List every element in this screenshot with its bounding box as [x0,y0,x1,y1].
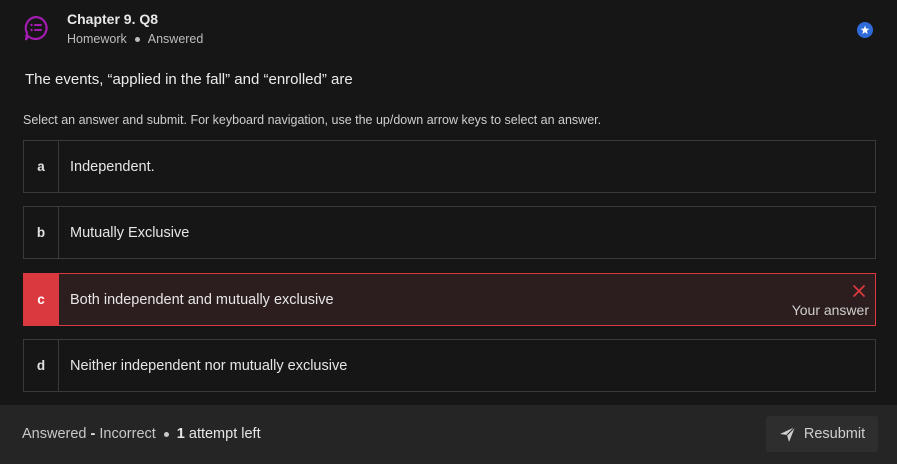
separator-dot [163,431,169,437]
footer-bar: Answered - Incorrect 1 attempt left Resu… [0,405,897,464]
answer-option-d[interactable]: d Neither independent nor mutually exclu… [23,339,876,392]
star-icon[interactable] [857,22,873,38]
page-title: Chapter 9. Q8 [67,11,159,27]
option-letter: d [24,340,59,391]
result-separator: - [86,426,100,442]
option-letter: b [24,207,59,258]
answer-option-c[interactable]: c Both independent and mutually exclusiv… [23,273,876,326]
attempts-count: 1 [176,426,185,442]
question-header: Chapter 9. Q8 Homework Answered [0,0,897,60]
option-letter: a [24,141,59,192]
answer-option-b[interactable]: b Mutually Exclusive [23,206,876,259]
question-meta: Homework Answered [67,32,203,46]
result-prefix: Answered [22,426,87,442]
incorrect-x-icon [852,284,866,298]
result-status: Answered - Incorrect 1 attempt left [22,426,261,442]
option-letter: c [24,274,59,325]
assignment-type: Homework [67,32,127,46]
resubmit-button[interactable]: Resubmit [766,416,878,452]
send-icon [779,426,796,442]
your-answer-label: Your answer [791,302,869,318]
separator-dot [134,36,140,42]
question-text: The events, “applied in the fall” and “e… [25,71,353,88]
instructions-text: Select an answer and submit. For keyboar… [23,113,602,127]
attempts-label: attempt left [188,426,261,442]
option-text: Independent. [70,158,155,175]
option-text: Neither independent nor mutually exclusi… [70,357,348,374]
option-text: Both independent and mutually exclusive [70,291,334,308]
chat-list-icon [22,14,50,42]
answer-option-a[interactable]: a Independent. [23,140,876,193]
option-text: Mutually Exclusive [70,224,190,241]
answer-status: Answered [147,32,204,46]
resubmit-label: Resubmit [803,426,866,442]
result-value: Incorrect [99,426,156,442]
